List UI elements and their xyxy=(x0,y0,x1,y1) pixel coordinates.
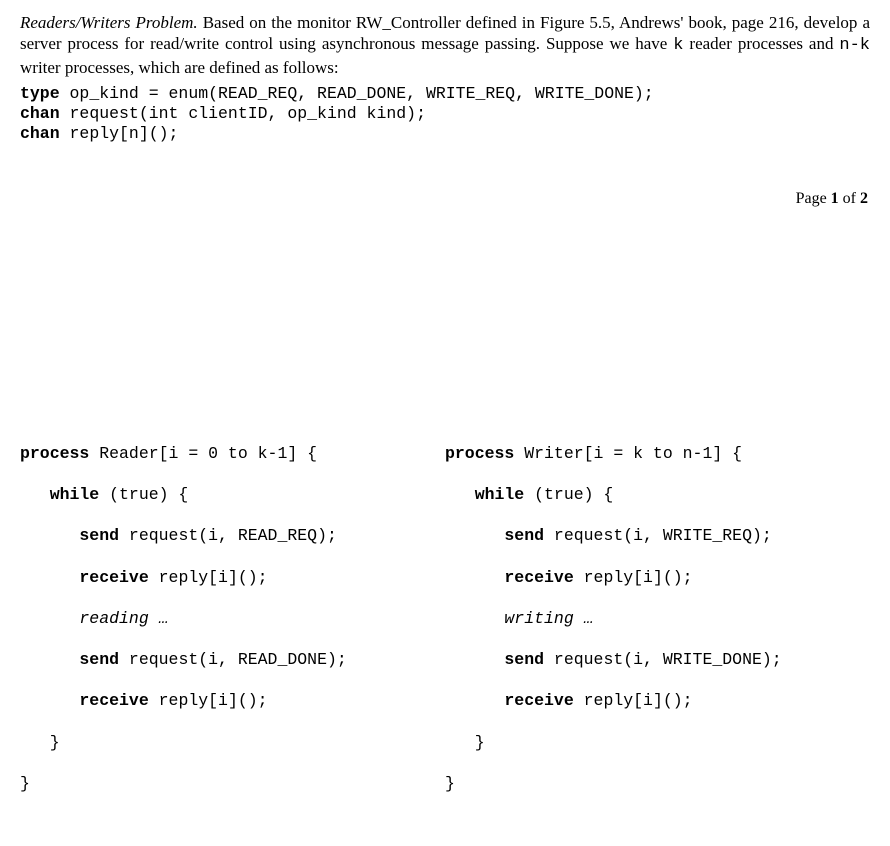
problem-paragraph: Readers/Writers Problem. Based on the mo… xyxy=(20,12,870,78)
writer-line-3-rest: request(i, WRITE_REQ); xyxy=(544,526,772,545)
reader-close-inner: } xyxy=(20,733,60,752)
writer-line-1-rest: Writer[i = k to n-1] { xyxy=(514,444,742,463)
reader-process-block: process Reader[i = 0 to k-1] { while (tr… xyxy=(20,423,445,836)
keyword-process-w: process xyxy=(445,444,514,463)
writer-activity: writing … xyxy=(445,609,594,628)
reader-line-3-rest: request(i, READ_REQ); xyxy=(119,526,337,545)
keyword-type: type xyxy=(20,84,60,103)
inline-code-k: k xyxy=(673,36,683,55)
problem-text-3: writer processes, which are defined as f… xyxy=(20,58,339,77)
reader-line-1-rest: Reader[i = 0 to k-1] { xyxy=(89,444,317,463)
writer-line-2: while (true) { xyxy=(445,485,870,506)
writer-line-6-rest: request(i, WRITE_DONE); xyxy=(544,650,782,669)
decl-line-1: type op_kind = enum(READ_REQ, READ_DONE,… xyxy=(20,84,870,104)
keyword-while-w: while xyxy=(445,485,524,504)
page-indicator: Page 1 of 2 xyxy=(20,190,870,208)
reader-line-5: reading … xyxy=(20,609,445,630)
reader-line-2: while (true) { xyxy=(20,485,445,506)
decl-line-2: chan request(int clientID, op_kind kind)… xyxy=(20,104,870,124)
reader-line-2-rest: (true) { xyxy=(99,485,188,504)
writer-line-6: send request(i, WRITE_DONE); xyxy=(445,650,870,671)
reader-line-7: receive reply[i](); xyxy=(20,691,445,712)
page-gap xyxy=(20,208,870,423)
writer-line-2-rest: (true) { xyxy=(524,485,613,504)
writer-close-outer: } xyxy=(445,774,455,793)
reader-line-6-rest: request(i, READ_DONE); xyxy=(119,650,347,669)
declarations-block: type op_kind = enum(READ_REQ, READ_DONE,… xyxy=(20,84,870,144)
keyword-receive-w2: receive xyxy=(445,691,574,710)
page-indicator-total: 2 xyxy=(860,190,868,207)
keyword-send-2: send xyxy=(20,650,119,669)
page-indicator-prefix: Page xyxy=(796,190,831,207)
keyword-chan-2: chan xyxy=(20,124,60,143)
reader-close-outer: } xyxy=(20,774,30,793)
writer-line-4-rest: reply[i](); xyxy=(574,568,693,587)
writer-line-8: } xyxy=(445,733,870,754)
keyword-send-w2: send xyxy=(445,650,544,669)
reader-line-4: receive reply[i](); xyxy=(20,568,445,589)
problem-title: Readers/Writers Problem. xyxy=(20,13,198,32)
writer-close-inner: } xyxy=(445,733,485,752)
reader-line-9: } xyxy=(20,774,445,795)
keyword-receive-w: receive xyxy=(445,568,574,587)
page-indicator-mid: of xyxy=(839,190,860,207)
reader-line-7-rest: reply[i](); xyxy=(149,691,268,710)
keyword-chan-1: chan xyxy=(20,104,60,123)
reader-activity: reading … xyxy=(20,609,169,628)
decl-line-3: chan reply[n](); xyxy=(20,124,870,144)
document-page: Readers/Writers Problem. Based on the mo… xyxy=(0,0,890,846)
reader-line-8: } xyxy=(20,733,445,754)
reader-line-4-rest: reply[i](); xyxy=(149,568,268,587)
decl-line-1-rest: op_kind = enum(READ_REQ, READ_DONE, WRIT… xyxy=(60,84,654,103)
decl-line-2-rest: request(int clientID, op_kind kind); xyxy=(60,104,426,123)
keyword-receive: receive xyxy=(20,568,149,587)
reader-line-1: process Reader[i = 0 to k-1] { xyxy=(20,444,445,465)
keyword-process: process xyxy=(20,444,89,463)
inline-code-nk: n-k xyxy=(839,36,870,55)
writer-line-5: writing … xyxy=(445,609,870,630)
writer-line-7-rest: reply[i](); xyxy=(574,691,693,710)
writer-line-7: receive reply[i](); xyxy=(445,691,870,712)
writer-line-1: process Writer[i = k to n-1] { xyxy=(445,444,870,465)
code-columns: process Reader[i = 0 to k-1] { while (tr… xyxy=(20,423,870,836)
keyword-send-w: send xyxy=(445,526,544,545)
keyword-while: while xyxy=(20,485,99,504)
problem-text-2: reader processes and xyxy=(684,34,840,53)
writer-line-3: send request(i, WRITE_REQ); xyxy=(445,526,870,547)
keyword-send: send xyxy=(20,526,119,545)
writer-process-block: process Writer[i = k to n-1] { while (tr… xyxy=(445,423,870,836)
page-indicator-current: 1 xyxy=(831,190,839,207)
writer-line-9: } xyxy=(445,774,870,795)
reader-line-6: send request(i, READ_DONE); xyxy=(20,650,445,671)
writer-line-4: receive reply[i](); xyxy=(445,568,870,589)
reader-line-3: send request(i, READ_REQ); xyxy=(20,526,445,547)
decl-line-3-rest: reply[n](); xyxy=(60,124,179,143)
keyword-receive-2: receive xyxy=(20,691,149,710)
